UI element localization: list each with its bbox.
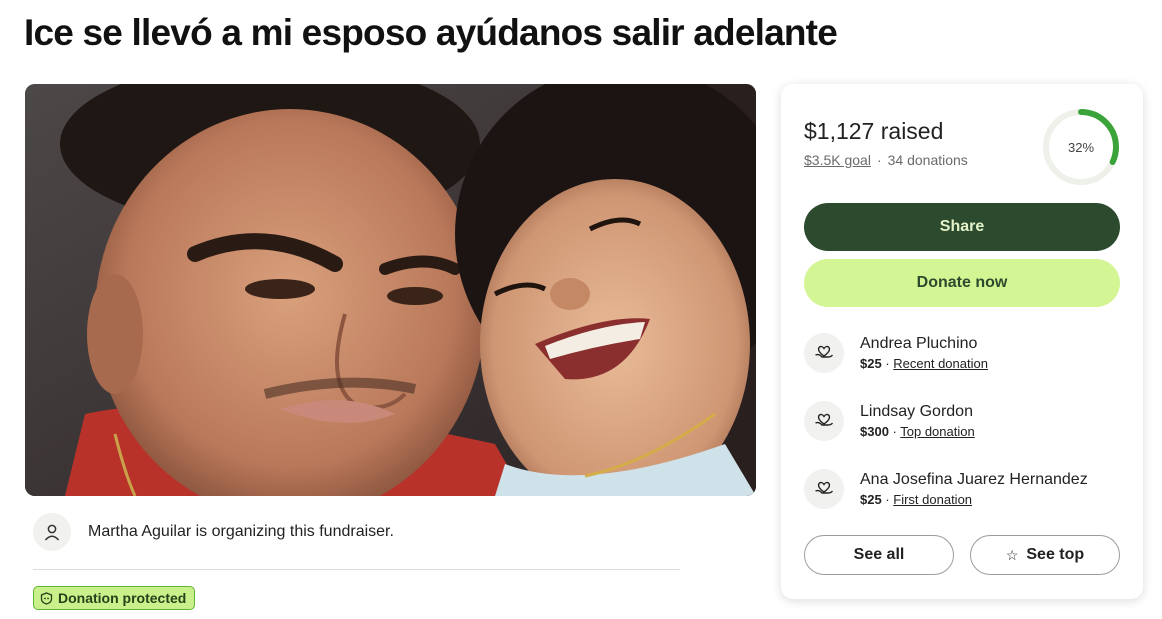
donor-item: Ana Josefina Juarez Hernandez $25 · Firs… [804,467,1088,511]
separator-dot: · [876,152,882,168]
heart-hand-icon [804,401,844,441]
donor-tag-link[interactable]: First donation [893,492,972,507]
see-all-button[interactable]: See all [804,535,954,575]
donate-now-button[interactable]: Donate now [804,259,1120,307]
star-icon: ☆ [1005,546,1019,563]
donor-amount: $300 [860,424,889,439]
user-icon [33,513,71,551]
organizer-row: Martha Aguilar is organizing this fundra… [33,513,394,551]
donor-item: Andrea Pluchino $25 · Recent donation [804,331,988,375]
divider [33,569,680,570]
donation-card: $1,127 raised $3.5K goal · 34 donations 32… [781,84,1143,599]
donations-count: 34 donations [887,152,968,168]
goal-summary: $3.5K goal · 34 donations [804,152,968,168]
donor-name: Ana Josefina Juarez Hernandez [860,471,1088,488]
donor-name: Lindsay Gordon [860,403,973,420]
donor-item: Lindsay Gordon $300 · Top donation [804,399,975,443]
heart-hand-icon [804,333,844,373]
progress-percent: 32% [1067,139,1095,155]
donor-tag-link[interactable]: Top donation [900,424,974,439]
donation-protected-label: Donation protected [58,590,187,606]
organizer-text: Martha Aguilar is organizing this fundra… [88,523,394,540]
donor-sep: · [881,492,894,507]
donor-name: Andrea Pluchino [860,335,978,352]
donor-tag-link[interactable]: Recent donation [893,356,988,371]
goal-link[interactable]: $3.5K goal [804,152,871,168]
see-top-label: See top [1026,546,1085,563]
fundraiser-photo [25,84,756,496]
donor-sep: · [881,356,894,371]
donor-amount: $25 [860,356,882,371]
heart-hand-icon [804,469,844,509]
see-top-button[interactable]: ☆ See top [970,535,1120,575]
donor-sep: · [888,424,901,439]
donor-amount: $25 [860,492,882,507]
donation-protected-badge[interactable]: Donation protected [33,586,196,610]
share-button[interactable]: Share [804,203,1120,251]
amount-raised: $1,127 raised [804,118,944,144]
shield-icon [40,591,53,605]
page-title: Ice se llevó a mi esposo ayúdanos salir … [24,12,838,53]
